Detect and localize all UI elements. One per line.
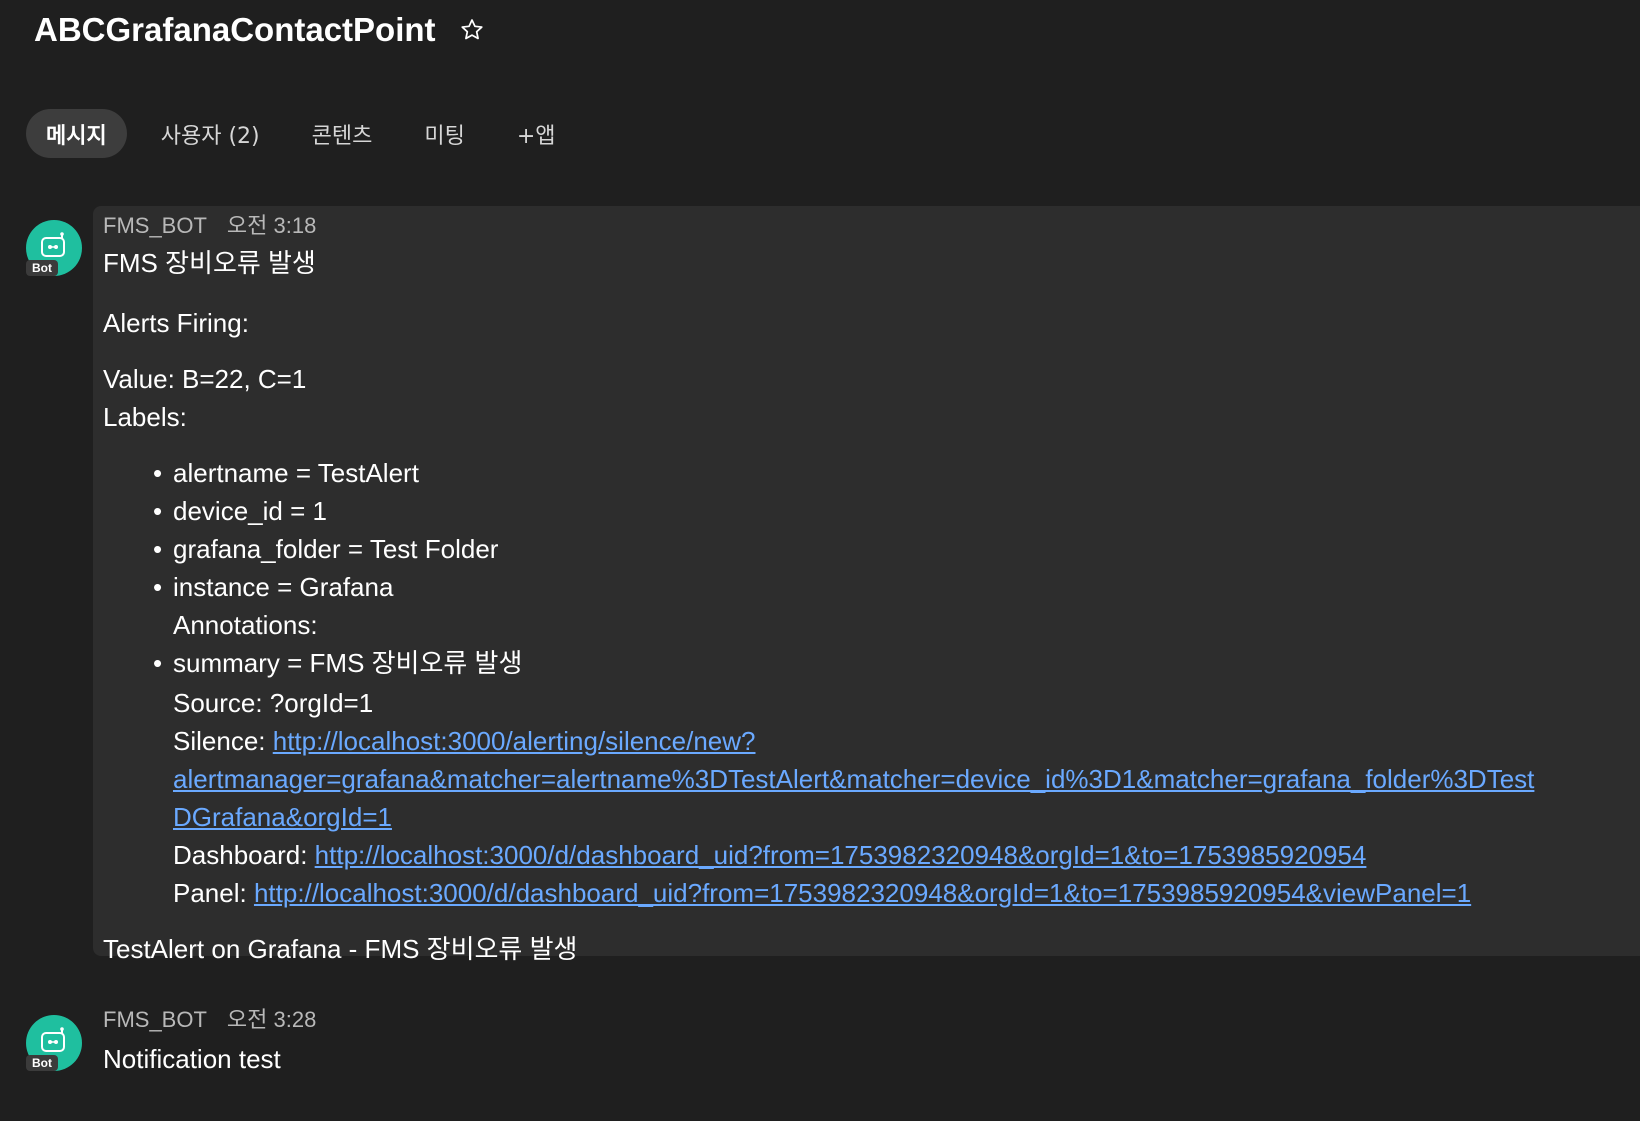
bullet-icon: •	[153, 496, 163, 526]
message-header: FMS_BOT 오전 3:18	[103, 208, 316, 240]
message-body: FMS 장비오류 발생 Alerts Firing: Value: B=22, …	[103, 244, 1534, 912]
avatar[interactable]: Bot	[26, 220, 82, 276]
message-title: FMS 장비오류 발생	[103, 248, 316, 278]
tab-content[interactable]: 콘텐츠	[294, 109, 391, 158]
tab-messages[interactable]: 메시지	[26, 109, 127, 158]
title-row: ABCGrafanaContactPoint	[34, 4, 486, 56]
channel-title: ABCGrafanaContactPoint	[34, 11, 436, 48]
message-time: 오전 3:18	[226, 213, 317, 238]
star-icon[interactable]	[458, 16, 486, 44]
bullet-icon: •	[153, 534, 163, 564]
silence-link[interactable]: http://localhost:3000/alerting/silence/n…	[273, 726, 756, 756]
sender-name[interactable]: FMS_BOT	[103, 1007, 207, 1032]
silence-line-cont: DGrafana&orgId=1	[103, 798, 1534, 836]
silence-link[interactable]: DGrafana&orgId=1	[173, 802, 392, 832]
alerts-firing: Alerts Firing:	[103, 308, 249, 338]
source-line: Source: ?orgId=1	[173, 688, 374, 718]
silence-line-cont: alertmanager=grafana&matcher=alertname%3…	[103, 760, 1534, 798]
labels-list: • alertname = TestAlert • device_id = 1 • g…	[103, 454, 1534, 912]
bullet-icon: •	[153, 458, 163, 488]
bot-badge: Bot	[26, 260, 58, 276]
list-item: • instance = Grafana	[103, 568, 1534, 606]
list-item: • device_id = 1	[103, 492, 1534, 530]
dashboard-line: Dashboard: http://localhost:3000/d/dashb…	[103, 836, 1534, 874]
bullet-icon: •	[153, 572, 163, 602]
tab-users[interactable]: 사용자 (2)	[143, 109, 278, 158]
avatar[interactable]: Bot	[26, 1015, 82, 1071]
list-item: • summary = FMS 장비오류 발생	[103, 644, 1534, 682]
message-title: Notification test	[103, 1044, 281, 1074]
annotations-heading: Annotations:	[173, 610, 318, 640]
bullet-icon: •	[153, 648, 163, 678]
tab-add-app[interactable]: +앱	[499, 109, 574, 158]
channel-header: ABCGrafanaContactPoint 메시지 사용자 (2) 콘텐츠 미…	[0, 0, 1640, 180]
panel-line: Panel: http://localhost:3000/d/dashboard…	[103, 874, 1534, 912]
tab-meetings[interactable]: 미팅	[406, 109, 482, 158]
labels-heading: Labels:	[103, 402, 187, 432]
list-item: • grafana_folder = Test Folder	[103, 530, 1534, 568]
bot-badge: Bot	[26, 1055, 58, 1071]
message-header: FMS_BOT 오전 3:28	[103, 1002, 316, 1034]
message-list: Bot FMS_BOT 오전 3:18 FMS 장비오류 발생 Alerts Fi…	[0, 180, 1640, 1121]
dashboard-label: Dashboard:	[173, 840, 315, 870]
alert-value: Value: B=22, C=1	[103, 364, 307, 394]
message-time: 오전 3:28	[226, 1007, 317, 1032]
panel-link[interactable]: http://localhost:3000/d/dashboard_uid?fr…	[254, 878, 1471, 908]
panel-label: Panel:	[173, 878, 254, 908]
dashboard-link[interactable]: http://localhost:3000/d/dashboard_uid?fr…	[315, 840, 1367, 870]
silence-label: Silence:	[173, 726, 273, 756]
silence-line: Silence: http://localhost:3000/alerting/…	[103, 722, 1534, 760]
silence-link[interactable]: alertmanager=grafana&matcher=alertname%3…	[173, 764, 1534, 794]
message-footer: TestAlert on Grafana - FMS 장비오류 발생	[103, 934, 578, 964]
list-item: • alertname = TestAlert	[103, 454, 1534, 492]
sender-name[interactable]: FMS_BOT	[103, 213, 207, 238]
channel-tabs: 메시지 사용자 (2) 콘텐츠 미팅 +앱	[26, 109, 590, 158]
